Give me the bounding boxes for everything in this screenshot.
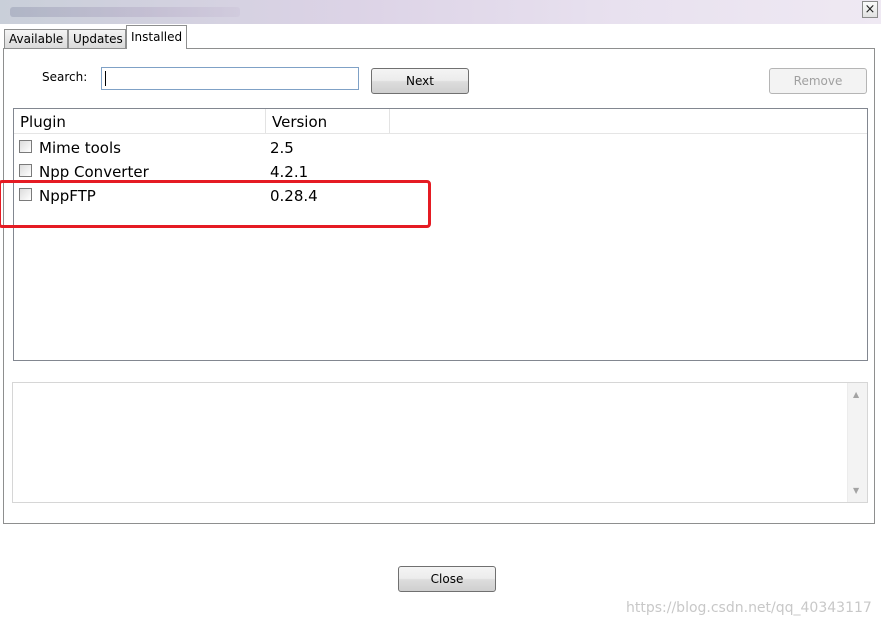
search-label: Search:	[42, 70, 88, 84]
tab-installed[interactable]: Installed	[126, 25, 187, 49]
plugin-version: 2.5	[270, 139, 294, 157]
search-input[interactable]	[101, 67, 359, 90]
remove-button[interactable]: Remove	[769, 68, 867, 94]
column-header-version[interactable]: Version	[266, 109, 390, 133]
column-header-plugin[interactable]: Plugin	[14, 109, 266, 133]
next-button[interactable]: Next	[371, 68, 469, 94]
list-item[interactable]: Mime tools 2.5	[14, 135, 867, 159]
text-caret	[105, 71, 106, 86]
plugin-name: Mime tools	[39, 139, 121, 157]
close-button[interactable]: Close	[398, 566, 496, 592]
scroll-down-arrow-icon[interactable]: ▼	[853, 487, 859, 495]
description-scrollbar[interactable]: ▲ ▼	[847, 383, 867, 502]
close-window-icon[interactable]: ×	[862, 1, 878, 18]
red-annotation-box	[0, 180, 431, 228]
window-title-blurred	[10, 7, 240, 17]
tab-updates[interactable]: Updates	[68, 29, 126, 48]
scroll-up-arrow-icon[interactable]: ▲	[853, 391, 859, 399]
watermark-text: https://blog.csdn.net/qq_40343117	[626, 600, 872, 616]
tab-available[interactable]: Available	[4, 29, 68, 48]
title-bar: ×	[0, 0, 881, 24]
list-header: Plugin Version	[14, 109, 867, 134]
plugin-description-box: ▲ ▼	[12, 382, 868, 503]
plugin-list: Plugin Version Mime tools 2.5 Npp Conver…	[13, 108, 868, 361]
plugin-checkbox[interactable]	[19, 164, 32, 177]
plugin-checkbox[interactable]	[19, 140, 32, 153]
